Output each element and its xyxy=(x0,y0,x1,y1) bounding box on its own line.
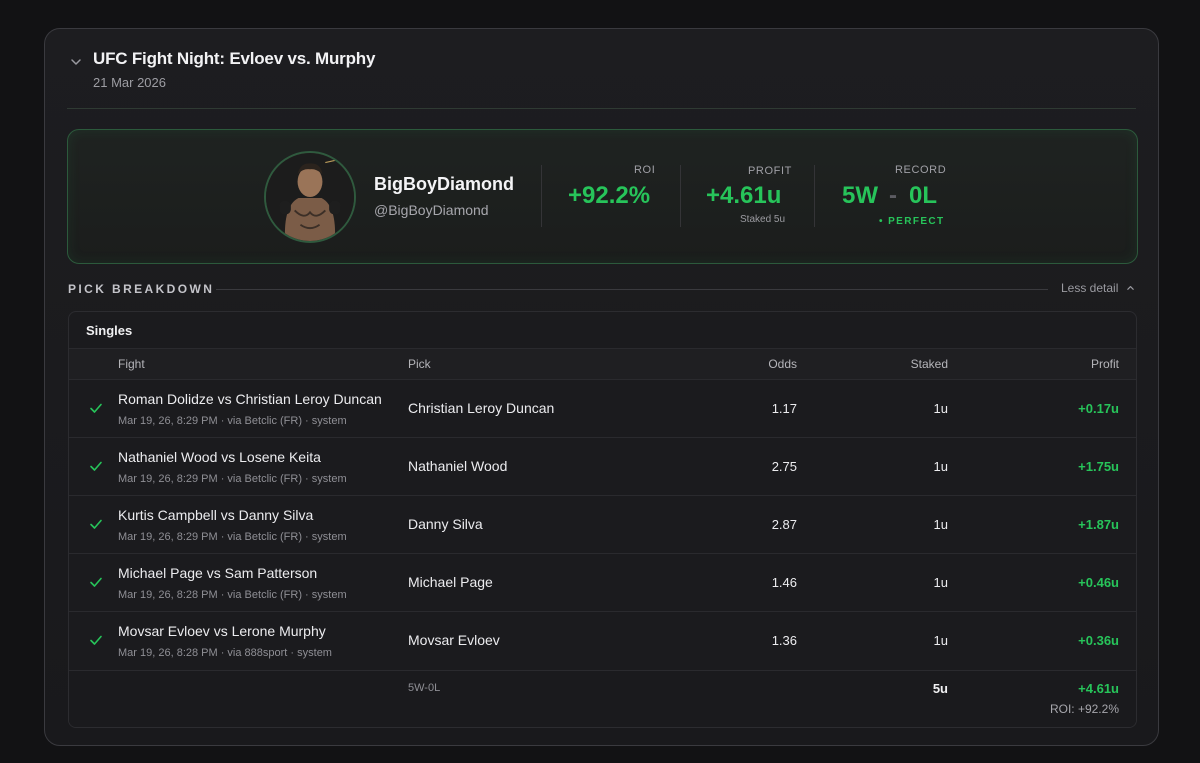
column-staked: Staked xyxy=(910,357,948,371)
breakdown-title: PICK BREAKDOWN xyxy=(68,282,215,296)
record-losses: 0L xyxy=(909,182,938,209)
chevron-up-icon xyxy=(1126,286,1134,290)
avatar[interactable] xyxy=(264,151,356,243)
event-card: UFC Fight Night: Evloev vs. Murphy 21 Ma… xyxy=(44,28,1159,746)
pick-odds: 1.17 xyxy=(771,401,797,416)
total-staked: 5u xyxy=(932,681,948,696)
table-row[interactable]: Roman Dolidze vs Christian Leroy Duncan … xyxy=(69,379,1136,437)
pick-profit: +0.46u xyxy=(1078,575,1119,590)
picks-table: Singles Fight Pick Odds Staked Profit Ro… xyxy=(68,311,1137,728)
staked-total: Staked 5u xyxy=(740,214,786,225)
pick-meta: Mar 19, 26, 8:28 PM · via Betclic (FR) ·… xyxy=(118,589,347,601)
check-icon xyxy=(90,403,102,413)
table-row[interactable]: Movsar Evloev vs Lerone Murphy Mar 19, 2… xyxy=(69,611,1136,669)
user-name[interactable]: BigBoyDiamond xyxy=(374,174,514,195)
pick-name: Danny Silva xyxy=(408,516,483,532)
pick-meta: Mar 19, 26, 8:29 PM · via Betclic (FR) ·… xyxy=(118,473,347,485)
pick-odds: 2.87 xyxy=(771,517,797,532)
pick-profit: +1.75u xyxy=(1078,459,1119,474)
fight-name: Movsar Evloev vs Lerone Murphy xyxy=(118,623,326,639)
profile-summary: BigBoyDiamond @BigBoyDiamond ROI +92.2% … xyxy=(67,129,1138,264)
table-footer: 5W-0L 5u +4.61u ROI: +92.2% xyxy=(69,670,1136,727)
fight-name: Nathaniel Wood vs Losene Keita xyxy=(118,449,321,465)
roi-label: ROI xyxy=(634,164,656,176)
pick-name: Michael Page xyxy=(408,574,493,590)
pick-odds: 1.46 xyxy=(771,575,797,590)
table-row[interactable]: Nathaniel Wood vs Losene Keita Mar 19, 2… xyxy=(69,437,1136,495)
total-record: 5W-0L xyxy=(408,682,441,694)
less-detail-toggle[interactable]: Less detail xyxy=(1061,281,1135,295)
perfect-badge: • PERFECT xyxy=(879,216,945,227)
stat-divider xyxy=(814,165,815,227)
table-header: Fight Pick Odds Staked Profit xyxy=(69,348,1136,379)
breakdown-divider xyxy=(216,289,1048,290)
column-odds: Odds xyxy=(768,357,797,371)
stat-divider xyxy=(541,165,542,227)
pick-profit: +0.17u xyxy=(1078,401,1119,416)
pick-staked: 1u xyxy=(933,633,948,648)
profit-label: PROFIT xyxy=(748,165,792,177)
pick-meta: Mar 19, 26, 8:29 PM · via Betclic (FR) ·… xyxy=(118,415,347,427)
header-divider xyxy=(67,108,1136,109)
toggle-label: Less detail xyxy=(1061,281,1119,295)
fight-name: Michael Page vs Sam Patterson xyxy=(118,565,318,581)
pick-name: Nathaniel Wood xyxy=(408,458,508,474)
pick-staked: 1u xyxy=(933,575,948,590)
user-handle: @BigBoyDiamond xyxy=(374,202,489,218)
table-row[interactable]: Kurtis Campbell vs Danny Silva Mar 19, 2… xyxy=(69,495,1136,553)
fight-name: Roman Dolidze vs Christian Leroy Duncan xyxy=(118,391,382,407)
fight-name: Kurtis Campbell vs Danny Silva xyxy=(118,507,314,523)
record-wins: 5W xyxy=(842,182,878,209)
pick-staked: 1u xyxy=(933,401,948,416)
pick-odds: 1.36 xyxy=(771,633,797,648)
profit-value: +4.61u xyxy=(706,182,782,209)
total-roi: ROI: +92.2% xyxy=(1049,702,1119,716)
check-icon xyxy=(90,635,102,645)
table-row[interactable]: Michael Page vs Sam Patterson Mar 19, 26… xyxy=(69,553,1136,611)
pick-meta: Mar 19, 26, 8:28 PM · via 888sport · sys… xyxy=(118,647,332,659)
check-icon xyxy=(90,461,102,471)
section-label: Singles xyxy=(86,323,133,338)
record-dash: - xyxy=(889,182,897,209)
check-icon xyxy=(90,519,102,529)
record-label: RECORD xyxy=(895,164,947,176)
pick-meta: Mar 19, 26, 8:29 PM · via Betclic (FR) ·… xyxy=(118,531,347,543)
stat-divider xyxy=(680,165,681,227)
pick-profit: +0.36u xyxy=(1078,633,1119,648)
event-date: 21 Mar 2026 xyxy=(93,75,166,90)
pick-staked: 1u xyxy=(933,517,948,532)
pick-odds: 2.75 xyxy=(771,459,797,474)
pick-name: Christian Leroy Duncan xyxy=(408,400,555,416)
column-pick: Pick xyxy=(408,357,431,371)
chevron-down-icon[interactable] xyxy=(69,55,83,69)
total-profit: +4.61u xyxy=(1078,681,1119,696)
event-title: UFC Fight Night: Evloev vs. Murphy xyxy=(93,49,376,68)
roi-value: +92.2% xyxy=(568,182,651,209)
check-icon xyxy=(90,577,102,587)
column-profit: Profit xyxy=(1090,357,1119,371)
pick-name: Movsar Evloev xyxy=(408,632,500,648)
column-fight: Fight xyxy=(118,357,145,371)
pick-staked: 1u xyxy=(933,459,948,474)
pick-profit: +1.87u xyxy=(1078,517,1119,532)
